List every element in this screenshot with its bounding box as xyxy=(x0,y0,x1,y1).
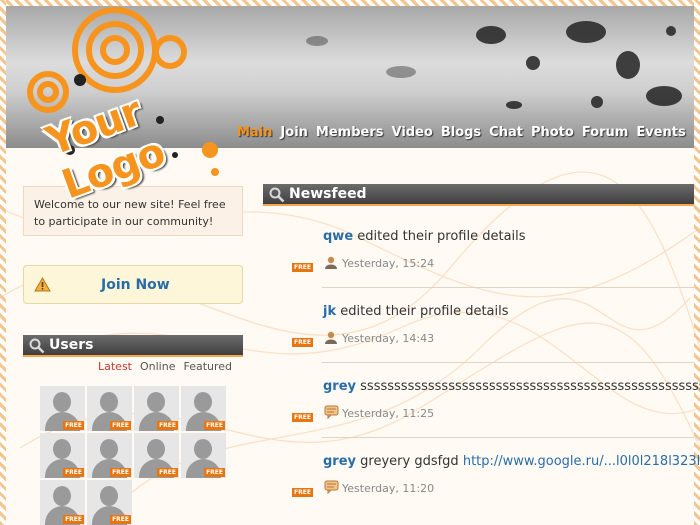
newsfeed-title: Newsfeed xyxy=(289,186,367,202)
feed-action: ssssssssssssssssssssssssssssssssssssssss… xyxy=(360,379,700,394)
feed-item-text: jk edited their profile details xyxy=(323,304,509,319)
user-avatar[interactable]: FREE xyxy=(87,433,132,478)
feed-user-link[interactable]: qwe xyxy=(323,229,353,244)
user-avatar[interactable]: FREE xyxy=(40,386,85,431)
tab-online[interactable]: Online xyxy=(140,360,175,373)
feed-separator xyxy=(322,362,694,363)
user-avatar[interactable]: FREE xyxy=(40,433,85,478)
feed-action: edited their profile details xyxy=(357,229,526,244)
user-icon xyxy=(325,331,337,344)
warning-icon xyxy=(34,277,51,292)
free-badge: FREE xyxy=(63,515,84,524)
frame-right-stripe xyxy=(694,0,700,525)
feed-timestamp: Yesterday, 11:20 xyxy=(342,482,435,495)
feed-item-text: grey greyery gdsfgd http://www.google.ru… xyxy=(323,454,700,469)
comment-icon xyxy=(324,405,339,419)
free-badge: FREE xyxy=(63,468,84,477)
welcome-message: Welcome to our new site! Feel free to pa… xyxy=(23,186,243,236)
feed-item-text: qwe edited their profile details xyxy=(323,229,526,244)
free-badge: FREE xyxy=(63,421,84,430)
free-badge: FREE xyxy=(157,421,178,430)
feed-separator xyxy=(322,437,694,438)
user-avatar[interactable]: FREE xyxy=(87,386,132,431)
users-section-header: Users xyxy=(23,335,243,357)
feed-timestamp: Yesterday, 15:24 xyxy=(342,257,435,270)
free-badge: FREE xyxy=(157,468,178,477)
user-avatar[interactable]: FREE xyxy=(87,480,132,525)
user-avatar[interactable]: FREE xyxy=(181,433,226,478)
tab-featured[interactable]: Featured xyxy=(183,360,232,373)
nav-photo[interactable]: Photo xyxy=(531,125,574,143)
feed-separator xyxy=(322,287,694,288)
feed-timestamp: Yesterday, 11:25 xyxy=(342,407,435,420)
feed-external-link[interactable]: http://www.google.ru/...l0l0l218l323l0 xyxy=(463,454,700,469)
users-title: Users xyxy=(49,337,94,353)
free-badge: FREE xyxy=(292,263,313,272)
feed-user-link[interactable]: grey xyxy=(323,379,356,394)
magnifier-icon xyxy=(269,187,285,203)
magnifier-icon xyxy=(29,338,45,354)
user-avatar[interactable]: FREE xyxy=(134,433,179,478)
nav-members[interactable]: Members xyxy=(316,125,384,143)
nav-forum[interactable]: Forum xyxy=(582,125,629,143)
feed-action: greyery gdsfgd xyxy=(360,454,459,469)
nav-video[interactable]: Video xyxy=(391,125,432,143)
free-badge: FREE xyxy=(204,421,225,430)
join-now-button[interactable]: Join Now xyxy=(23,265,243,304)
nav-join[interactable]: Join xyxy=(280,125,307,143)
user-icon xyxy=(325,256,337,269)
site-logo[interactable]: Your Logo xyxy=(10,0,250,208)
free-badge: FREE xyxy=(292,338,313,347)
user-avatar[interactable]: FREE xyxy=(40,480,85,525)
feed-user-link[interactable]: jk xyxy=(323,304,336,319)
feed-user-link[interactable]: grey xyxy=(323,454,356,469)
newsfeed-section-header: Newsfeed xyxy=(263,184,694,206)
nav-events[interactable]: Events xyxy=(636,125,685,143)
user-avatar[interactable]: FREE xyxy=(181,386,226,431)
tab-latest[interactable]: Latest xyxy=(98,360,132,373)
comment-icon xyxy=(324,480,339,494)
free-badge: FREE xyxy=(110,421,131,430)
free-badge: FREE xyxy=(204,468,225,477)
user-tabs: Latest Online Featured xyxy=(98,360,232,373)
nav-chat[interactable]: Chat xyxy=(489,125,523,143)
main-nav: Main Join Members Video Blogs Chat Photo… xyxy=(237,125,694,143)
free-badge: FREE xyxy=(292,413,313,422)
user-avatar[interactable]: FREE xyxy=(134,386,179,431)
feed-item-text: grey sssssssssssssssssssssssssssssssssss… xyxy=(323,379,700,394)
free-badge: FREE xyxy=(110,468,131,477)
free-badge: FREE xyxy=(110,515,131,524)
nav-blogs[interactable]: Blogs xyxy=(441,125,481,143)
join-now-label: Join Now xyxy=(101,277,170,293)
free-badge: FREE xyxy=(292,488,313,497)
feed-timestamp: Yesterday, 14:43 xyxy=(342,332,435,345)
feed-action: edited their profile details xyxy=(340,304,509,319)
